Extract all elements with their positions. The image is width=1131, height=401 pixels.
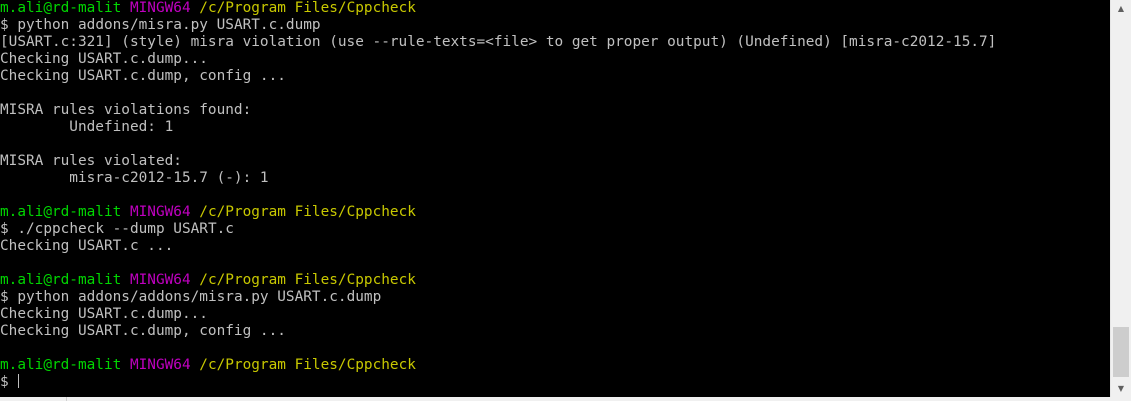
- text-cursor: [18, 374, 20, 388]
- command-line: $ ./cppcheck --dump USART.c: [0, 221, 1110, 238]
- prompt-host: MINGW64: [129, 204, 191, 220]
- prompt-cwd: /c/Program Files/Cppcheck: [199, 204, 416, 220]
- vertical-scrollbar[interactable]: ▲ ▼: [1110, 0, 1131, 397]
- scroll-thumb[interactable]: [1113, 327, 1129, 377]
- prompt-host: MINGW64: [129, 357, 191, 373]
- prompt-cwd: /c/Program Files/Cppcheck: [199, 357, 416, 373]
- terminal-window: m.ali@rd-malit MINGW64 /c/Program Files/…: [0, 0, 1131, 401]
- prompt-symbol: $: [0, 374, 9, 390]
- prompt-cwd: /c/Program Files/Cppcheck: [199, 0, 416, 16]
- output-line: MISRA rules violations found:: [0, 102, 252, 118]
- edge-divider: [66, 397, 67, 401]
- output-line: Checking USART.c.dump...: [0, 306, 208, 322]
- prompt-cwd: /c/Program Files/Cppcheck: [199, 272, 416, 288]
- prompt-user: m.ali@rd-malit: [0, 0, 122, 16]
- prompt-user: m.ali@rd-malit: [0, 357, 122, 373]
- terminal-output[interactable]: m.ali@rd-malit MINGW64 /c/Program Files/…: [0, 0, 1110, 397]
- output-line: Undefined: 1: [0, 119, 174, 135]
- prompt-host: MINGW64: [129, 0, 191, 16]
- input-line[interactable]: $: [0, 374, 1110, 391]
- scroll-down-icon[interactable]: ▼: [1111, 380, 1131, 397]
- prompt-line: m.ali@rd-malit MINGW64 /c/Program Files/…: [0, 204, 1110, 221]
- command-line: $ python addons/misra.py USART.c.dump: [0, 17, 1110, 34]
- output-line: Checking USART.c.dump, config ...: [0, 68, 286, 84]
- scroll-up-icon[interactable]: ▲: [1111, 0, 1131, 17]
- prompt-line: m.ali@rd-malit MINGW64 /c/Program Files/…: [0, 357, 1110, 374]
- prompt-symbol: $: [0, 289, 9, 305]
- window-bottom-edge: [0, 397, 1131, 401]
- prompt-line: m.ali@rd-malit MINGW64 /c/Program Files/…: [0, 272, 1110, 289]
- command-text: ./cppcheck --dump USART.c: [17, 221, 234, 237]
- command-text: python addons/addons/misra.py USART.c.du…: [17, 289, 382, 305]
- output-line: Checking USART.c.dump, config ...: [0, 323, 286, 339]
- prompt-user: m.ali@rd-malit: [0, 272, 122, 288]
- prompt-user: m.ali@rd-malit: [0, 204, 122, 220]
- output-line: [USART.c:321] (style) misra violation (u…: [0, 34, 997, 50]
- command-text: python addons/misra.py USART.c.dump: [17, 17, 321, 33]
- prompt-host: MINGW64: [129, 272, 191, 288]
- output-line: MISRA rules violated:: [0, 153, 182, 169]
- prompt-symbol: $: [0, 17, 9, 33]
- output-line: Checking USART.c.dump...: [0, 51, 208, 67]
- command-line: $ python addons/addons/misra.py USART.c.…: [0, 289, 1110, 306]
- prompt-line: m.ali@rd-malit MINGW64 /c/Program Files/…: [0, 0, 1110, 17]
- output-line: misra-c2012-15.7 (-): 1: [0, 170, 269, 186]
- output-line: Checking USART.c ...: [0, 238, 174, 254]
- prompt-symbol: $: [0, 221, 9, 237]
